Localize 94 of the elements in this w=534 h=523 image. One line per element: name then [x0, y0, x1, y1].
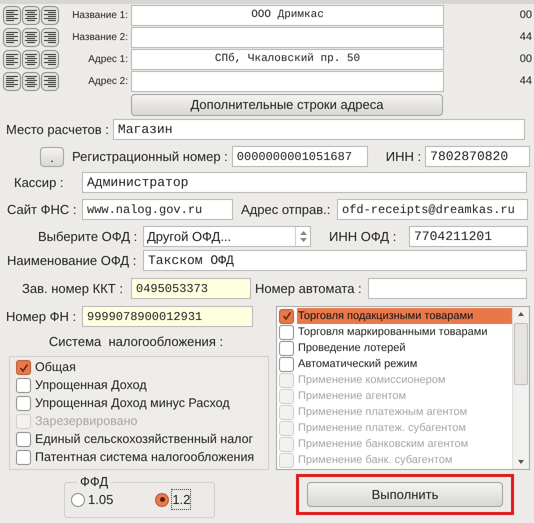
checkbox[interactable]: [279, 340, 294, 356]
option-label: Общая: [35, 359, 76, 376]
input-field[interactable]: [131, 27, 444, 48]
align-left-icon: [6, 32, 18, 44]
input-field[interactable]: 7802870820: [425, 146, 530, 167]
check-icon: [18, 362, 28, 372]
align-right-icon: [44, 32, 56, 44]
radio-button[interactable]: [71, 492, 85, 506]
scrollbar-thumb[interactable]: [514, 323, 528, 385]
input-field[interactable]: [368, 278, 527, 299]
list-item[interactable]: Автоматический режим: [297, 356, 512, 372]
ofd-dropdown[interactable]: Другой ОФД...: [143, 226, 311, 247]
align-center-icon: [25, 32, 37, 44]
list-item[interactable]: Торговля маркированными товарами: [297, 324, 512, 340]
field-label: Зав. номер ККТ :: [22, 280, 124, 298]
input-field[interactable]: ООО Дримкас: [131, 5, 444, 26]
checkbox[interactable]: [16, 432, 31, 447]
trailing-number: 44: [520, 30, 532, 46]
check-icon: [282, 311, 292, 321]
input-field[interactable]: Магазин: [112, 119, 525, 140]
checkbox[interactable]: [279, 308, 294, 324]
align-button[interactable]: [22, 72, 40, 91]
trailing-number: 00: [520, 8, 532, 24]
align-button[interactable]: [3, 72, 21, 91]
checkbox[interactable]: [16, 396, 31, 411]
field-label: Место расчетов :: [6, 120, 109, 139]
align-left-icon: [6, 76, 18, 88]
field-label: Название 1:: [71, 9, 128, 23]
field-label: Номер автомата :: [255, 280, 363, 298]
checkbox[interactable]: [16, 360, 31, 375]
align-button[interactable]: [22, 6, 40, 25]
checkbox[interactable]: [279, 356, 294, 372]
run-button[interactable]: Выполнить: [307, 482, 503, 507]
field-label: Наименование ОФД :: [7, 252, 138, 270]
input-field[interactable]: СПб, Чкаловский пр. 50: [131, 49, 444, 70]
input-field[interactable]: Администратор: [82, 172, 527, 193]
spinner-icon: [295, 227, 310, 246]
field-label: Кассир :: [14, 174, 65, 192]
align-right-icon: [44, 76, 56, 88]
field-label: Регистрационный номер :: [72, 148, 228, 166]
trailing-number: 44: [520, 74, 532, 90]
align-right-icon: [44, 54, 56, 66]
field-label: ИНН :: [386, 148, 422, 166]
arrow-down-icon[interactable]: [517, 460, 525, 464]
align-right-icon: [44, 10, 56, 22]
option-label: Упрощенная Доход: [35, 377, 147, 394]
input-field[interactable]: www.nalog.gov.ru: [82, 199, 233, 220]
extra-address-button[interactable]: Дополнительные строки адреса: [131, 94, 443, 116]
field-label: Номер ФН :: [6, 308, 78, 326]
input-field[interactable]: 7704211201: [409, 226, 528, 247]
option-label: Зарезервировано: [35, 413, 138, 430]
radio-label: 1.2: [172, 490, 190, 510]
input-field[interactable]: 9999078900012931: [82, 306, 253, 327]
option-label: Патентная система налогообложения: [35, 449, 254, 466]
align-button[interactable]: [22, 28, 40, 47]
field-label: ИНН ОФД :: [329, 228, 398, 246]
align-button[interactable]: [41, 50, 59, 69]
align-center-icon: [25, 10, 37, 22]
align-button[interactable]: [41, 72, 59, 91]
checkbox[interactable]: [279, 324, 294, 340]
align-button[interactable]: [41, 6, 59, 25]
align-left-icon: [6, 54, 18, 66]
align-button[interactable]: [41, 28, 59, 47]
input-field[interactable]: Такском ОФД: [143, 250, 527, 271]
radio-label: 1.05: [88, 490, 114, 509]
field-label: Адрес отправ.:: [241, 200, 332, 219]
input-field[interactable]: ofd-receipts@dreamkas.ru: [337, 199, 528, 220]
section-title: Система налогообложения :: [48, 333, 224, 351]
list-item[interactable]: Проведение лотерей: [297, 340, 512, 356]
scrollbar[interactable]: [512, 307, 529, 469]
field-label: Адрес 1:: [87, 53, 128, 67]
align-button[interactable]: [3, 28, 21, 47]
align-left-icon: [6, 10, 18, 22]
checkbox[interactable]: [16, 378, 31, 393]
checkbox[interactable]: [16, 450, 31, 465]
option-label: Упрощенная Доход минус Расход: [35, 395, 230, 412]
radio-button[interactable]: [155, 492, 170, 506]
field-label: Выберите ОФД :: [38, 228, 138, 246]
field-label: Сайт ФНС :: [7, 200, 78, 219]
trailing-number: 00: [520, 52, 532, 68]
list-item[interactable]: Торговля подакцизными товарами: [297, 308, 512, 324]
input-field[interactable]: [131, 71, 444, 92]
align-button[interactable]: [3, 50, 21, 69]
align-button[interactable]: [22, 50, 40, 69]
align-button[interactable]: [3, 6, 21, 25]
option-label: Единый сельскохозяйственный налог: [35, 431, 254, 448]
input-field[interactable]: 0000000001051687: [232, 146, 368, 167]
align-center-icon: [25, 76, 37, 88]
dot-button[interactable]: .: [40, 146, 64, 166]
field-label: Адрес 2:: [87, 75, 128, 89]
input-field[interactable]: 0495053373: [131, 278, 251, 299]
arrow-up-icon[interactable]: [517, 312, 525, 316]
align-center-icon: [25, 54, 37, 66]
field-label: Название 2:: [71, 31, 128, 45]
